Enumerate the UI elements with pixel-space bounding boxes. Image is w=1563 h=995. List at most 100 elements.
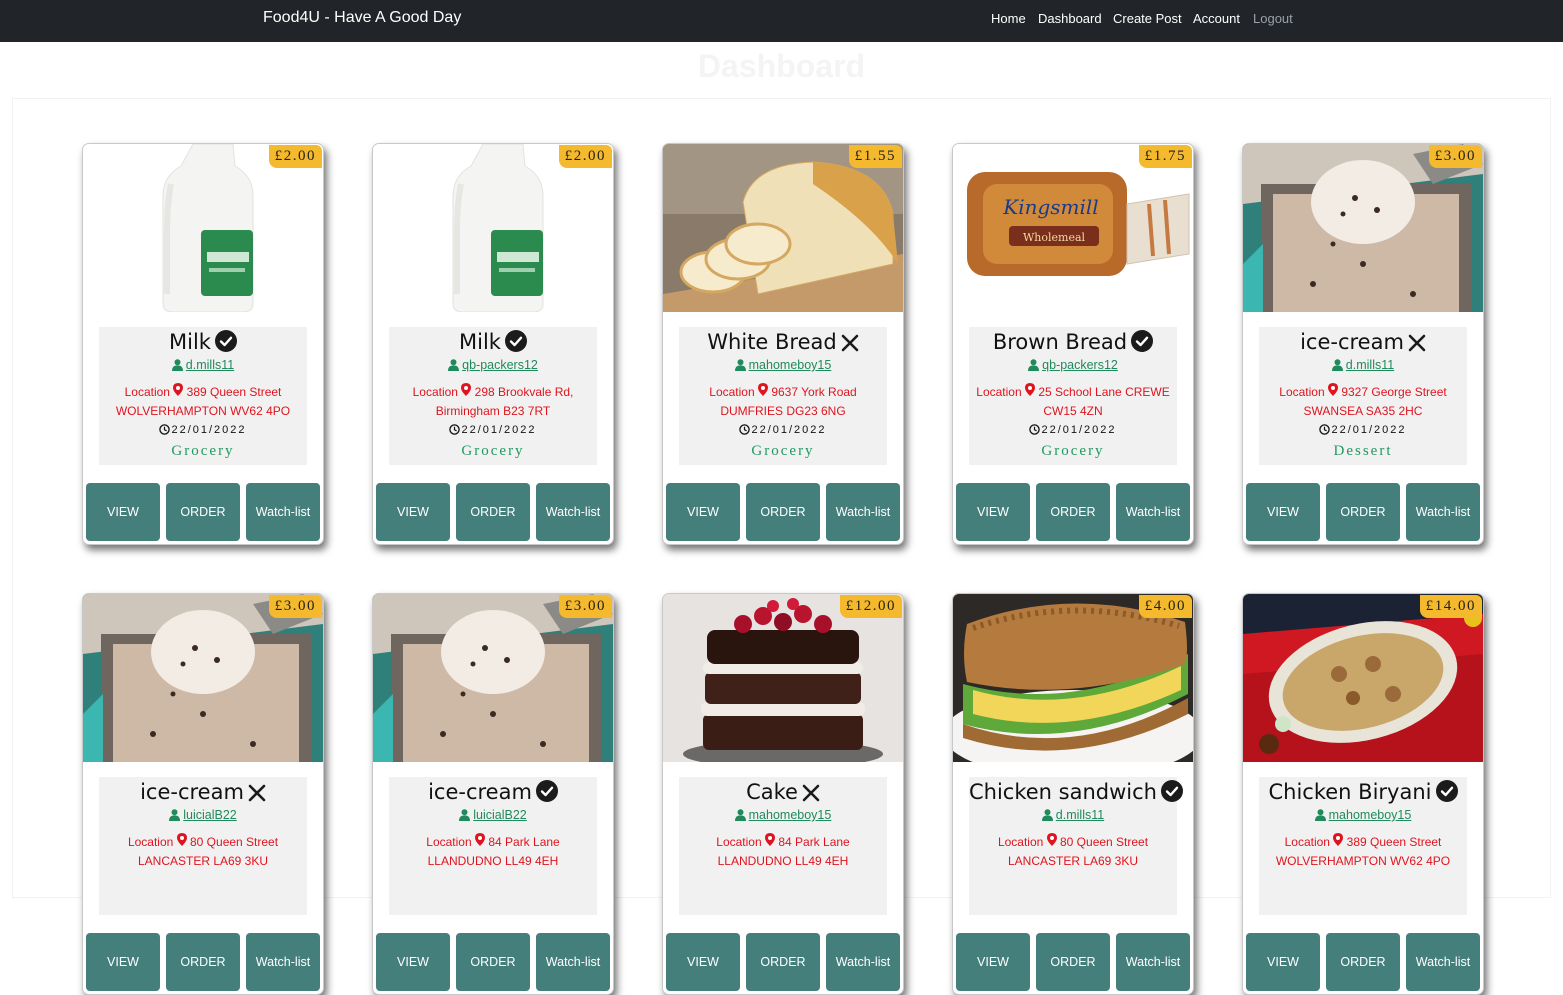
price-badge: £3.00	[268, 595, 322, 618]
nav-logout[interactable]: Logout	[1253, 11, 1293, 26]
clock-icon	[449, 424, 461, 438]
view-button[interactable]: VIEW	[86, 933, 160, 991]
user-icon	[734, 809, 746, 824]
watch-list-button[interactable]: Watch-list	[246, 483, 320, 541]
view-button[interactable]: VIEW	[956, 483, 1030, 541]
post-date: 22/01/2022	[1259, 424, 1467, 438]
location: Location 389 Queen Street WOLVERHAMPTON …	[1259, 833, 1467, 871]
location-label: Location	[426, 835, 472, 849]
food-card: Kingsmill Wholemeal £1.75 Brown Bread qb-p…	[952, 143, 1194, 545]
map-pin-icon	[173, 383, 184, 399]
card-title: ice-cream	[1300, 330, 1404, 354]
watch-list-button[interactable]: Watch-list	[536, 483, 610, 541]
username-link[interactable]: qb-packers12	[969, 358, 1177, 374]
map-pin-icon	[176, 833, 187, 849]
username-link[interactable]: luicialB22	[99, 808, 307, 824]
user-icon	[1331, 359, 1343, 374]
food-card: £2.00 Milk qb-packers12 Location 298 Brookv…	[372, 143, 614, 545]
close-icon	[1408, 333, 1426, 357]
username-link[interactable]: mahomeboy15	[679, 808, 887, 824]
user-icon	[1028, 359, 1040, 374]
card-actions: VIEW ORDER Watch-list	[86, 483, 322, 541]
card-actions: VIEW ORDER Watch-list	[1246, 483, 1482, 541]
order-button[interactable]: ORDER	[456, 933, 530, 991]
watch-list-button[interactable]: Watch-list	[1406, 933, 1480, 991]
view-button[interactable]: VIEW	[376, 933, 450, 991]
watch-list-button[interactable]: Watch-list	[826, 483, 900, 541]
watch-list-button[interactable]: Watch-list	[536, 933, 610, 991]
food-card: £3.00 ice-cream luicialB22 Location 84 Park…	[372, 593, 614, 995]
order-button[interactable]: ORDER	[166, 933, 240, 991]
card-title: ice-cream	[428, 780, 532, 804]
username-link[interactable]: d.mills11	[969, 808, 1177, 824]
watch-list-button[interactable]: Watch-list	[246, 933, 320, 991]
map-pin-icon	[757, 383, 768, 399]
username: luicialB22	[183, 808, 237, 822]
order-button[interactable]: ORDER	[1036, 483, 1110, 541]
order-button[interactable]: ORDER	[1036, 933, 1110, 991]
location: Location 9327 George Street SWANSEA SA35…	[1259, 383, 1467, 421]
view-button[interactable]: VIEW	[1246, 483, 1320, 541]
order-button[interactable]: ORDER	[456, 483, 530, 541]
card-actions: VIEW ORDER Watch-list	[1246, 933, 1482, 991]
order-button[interactable]: ORDER	[1326, 933, 1400, 991]
svg-text:Kingsmill: Kingsmill	[1002, 195, 1098, 219]
map-pin-icon	[474, 833, 485, 849]
location: Location 84 Park Lane LLANDUDNO LL49 4EH	[679, 833, 887, 871]
clock-icon	[1319, 424, 1331, 438]
view-button[interactable]: VIEW	[376, 483, 450, 541]
card-actions: VIEW ORDER Watch-list	[666, 933, 902, 991]
location: Location 80 Queen Street LANCASTER LA69 …	[99, 833, 307, 871]
map-pin-icon	[1046, 833, 1057, 849]
view-button[interactable]: VIEW	[956, 933, 1030, 991]
date-value: 22/01/2022	[461, 424, 537, 436]
close-icon	[802, 783, 820, 807]
order-button[interactable]: ORDER	[1326, 483, 1400, 541]
user-icon	[1041, 809, 1053, 824]
location: Location 80 Queen Street LANCASTER LA69 …	[969, 833, 1177, 871]
order-button[interactable]: ORDER	[746, 483, 820, 541]
location-label: Location	[997, 835, 1044, 849]
price-badge: £2.00	[558, 145, 612, 168]
order-button[interactable]: ORDER	[746, 933, 820, 991]
close-icon	[841, 333, 859, 357]
map-pin-icon	[1024, 383, 1035, 399]
view-button[interactable]: VIEW	[1246, 933, 1320, 991]
location-label: Location	[412, 385, 458, 399]
map-pin-icon	[764, 833, 775, 849]
username-link[interactable]: luicialB22	[389, 808, 597, 824]
view-button[interactable]: VIEW	[666, 483, 740, 541]
order-button[interactable]: ORDER	[166, 483, 240, 541]
food-card: £4.00 Chicken sandwich d.mills11 Location 8…	[952, 593, 1194, 995]
watch-list-button[interactable]: Watch-list	[826, 933, 900, 991]
card-title: Cake	[746, 780, 798, 804]
location: Location 389 Queen Street WOLVERHAMPTON …	[99, 383, 307, 421]
watch-list-button[interactable]: Watch-list	[1406, 483, 1480, 541]
card-title-row: White Bread	[679, 330, 887, 357]
view-button[interactable]: VIEW	[86, 483, 160, 541]
card-actions: VIEW ORDER Watch-list	[86, 933, 322, 991]
username-link[interactable]: qb-packers12	[389, 358, 597, 374]
card-actions: VIEW ORDER Watch-list	[666, 483, 902, 541]
view-button[interactable]: VIEW	[666, 933, 740, 991]
watch-list-button[interactable]: Watch-list	[1116, 933, 1190, 991]
nav-account[interactable]: Account	[1193, 11, 1240, 26]
nav-home[interactable]: Home	[991, 11, 1026, 26]
location: Location 25 School Lane CREWE CW15 4ZN	[969, 383, 1177, 421]
price-badge: £3.00	[1428, 145, 1482, 168]
card-info: Cake mahomeboy15 Location 84 Park Lane LLA…	[679, 777, 887, 915]
username-link[interactable]: d.mills11	[99, 358, 307, 374]
food-image	[663, 594, 903, 762]
location: Location 9637 York Road DUMFRIES DG23 6N…	[679, 383, 887, 421]
check-circle-icon	[1131, 330, 1154, 357]
watch-list-button[interactable]: Watch-list	[1116, 483, 1190, 541]
username-link[interactable]: mahomeboy15	[679, 358, 887, 374]
clock-icon	[739, 424, 751, 438]
check-circle-icon	[504, 330, 527, 357]
username-link[interactable]: mahomeboy15	[1259, 808, 1467, 824]
username-link[interactable]: d.mills11	[1259, 358, 1467, 374]
nav-dashboard[interactable]: Dashboard	[1038, 11, 1102, 26]
nav-create-post[interactable]: Create Post	[1113, 11, 1182, 26]
price-badge: £14.00	[1419, 595, 1482, 618]
card-title-row: Chicken sandwich	[969, 780, 1183, 807]
